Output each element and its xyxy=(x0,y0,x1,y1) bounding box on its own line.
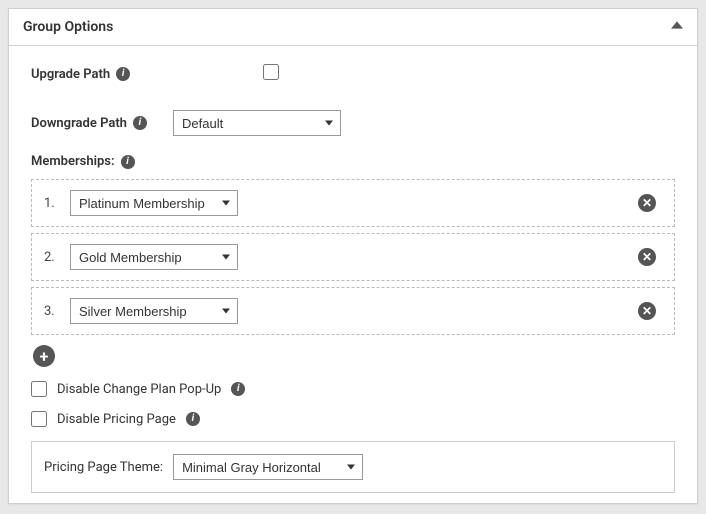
membership-index: 3. xyxy=(44,304,60,319)
disable-popup-row: Disable Change Plan Pop-Up i xyxy=(31,381,675,397)
disable-popup-label: Disable Change Plan Pop-Up xyxy=(57,382,221,397)
info-icon[interactable]: i xyxy=(186,412,200,426)
disable-pricing-row: Disable Pricing Page i xyxy=(31,411,675,427)
info-icon[interactable]: i xyxy=(121,155,135,169)
remove-icon[interactable]: ✕ xyxy=(638,194,656,212)
group-options-panel: Group Options Upgrade Path i Downgrade P… xyxy=(8,8,698,504)
memberships-label: Memberships: xyxy=(31,154,115,169)
memberships-label-row: Memberships: i xyxy=(31,154,675,169)
panel-header[interactable]: Group Options xyxy=(9,9,697,46)
downgrade-path-select[interactable]: Default xyxy=(173,110,341,136)
membership-index: 1. xyxy=(44,196,60,211)
membership-select[interactable]: Platinum Membership xyxy=(70,190,238,216)
remove-icon[interactable]: ✕ xyxy=(638,302,656,320)
pricing-page-panel: Pricing Page Theme: Minimal Gray Horizon… xyxy=(31,441,675,493)
panel-body: Upgrade Path i Downgrade Path i Default … xyxy=(9,46,697,503)
disable-popup-checkbox[interactable] xyxy=(31,381,47,397)
downgrade-path-row: Downgrade Path i Default xyxy=(31,110,675,136)
info-icon[interactable]: i xyxy=(133,116,147,130)
membership-select[interactable]: Gold Membership xyxy=(70,244,238,270)
info-icon[interactable]: i xyxy=(116,67,130,81)
info-icon[interactable]: i xyxy=(231,382,245,396)
remove-icon[interactable]: ✕ xyxy=(638,248,656,266)
disable-pricing-label: Disable Pricing Page xyxy=(57,412,176,427)
upgrade-path-label: Upgrade Path xyxy=(31,67,110,82)
pricing-theme-label: Pricing Page Theme: xyxy=(44,460,163,475)
membership-row[interactable]: 3. Silver Membership ✕ xyxy=(31,287,675,335)
panel-title: Group Options xyxy=(23,19,113,35)
disable-pricing-checkbox[interactable] xyxy=(31,411,47,427)
downgrade-path-label: Downgrade Path xyxy=(31,116,127,131)
pricing-theme-select[interactable]: Minimal Gray Horizontal xyxy=(173,454,363,480)
memberships-list: 1. Platinum Membership ✕ 2. Gold Members… xyxy=(31,179,675,335)
upgrade-path-row: Upgrade Path i xyxy=(31,64,675,84)
add-membership-button[interactable]: + xyxy=(33,345,55,367)
membership-row[interactable]: 2. Gold Membership ✕ xyxy=(31,233,675,281)
membership-row[interactable]: 1. Platinum Membership ✕ xyxy=(31,179,675,227)
membership-select[interactable]: Silver Membership xyxy=(70,298,238,324)
collapse-icon[interactable] xyxy=(671,19,683,35)
upgrade-path-checkbox[interactable] xyxy=(263,64,279,80)
membership-index: 2. xyxy=(44,250,60,265)
